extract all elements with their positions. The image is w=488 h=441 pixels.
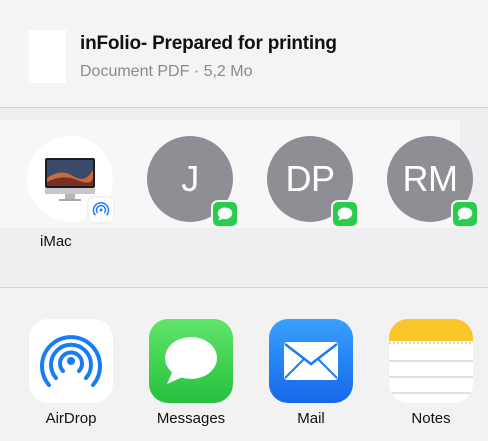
mail-icon — [284, 342, 338, 380]
contact-rm-initials: RM — [402, 158, 459, 199]
messages-app-label: Messages — [156, 410, 226, 427]
messages-badge-icon — [211, 200, 239, 228]
contact-imac-label: iMac — [40, 233, 72, 250]
messages-badge-icon — [451, 200, 479, 228]
imac-icon — [45, 158, 95, 201]
contact-imac[interactable] — [27, 136, 115, 224]
mail-app-label: Mail — [297, 410, 325, 427]
notes-app-button[interactable] — [389, 319, 473, 403]
messages-badge-icon — [331, 200, 359, 228]
contact-dp[interactable]: DP — [267, 136, 359, 228]
messages-app-button[interactable] — [149, 319, 233, 403]
document-title: inFolio- Prepared for printing — [80, 33, 337, 54]
messages-icon — [165, 337, 217, 384]
contact-rm[interactable]: RM — [387, 136, 479, 228]
contact-dp-initials: DP — [285, 158, 335, 199]
airdrop-icon — [40, 335, 102, 387]
document-subtitle: Document PDF · 5,2 Mo — [80, 63, 253, 80]
contact-j[interactable]: J — [147, 136, 239, 228]
share-sheet-header: inFolio- Prepared for printing Document … — [0, 0, 488, 107]
airdrop-badge-icon — [87, 196, 115, 224]
airdrop-app-button[interactable] — [29, 319, 113, 403]
contact-j-initials: J — [181, 158, 199, 199]
notes-icon — [389, 319, 473, 394]
mail-app-button[interactable] — [269, 319, 353, 403]
document-thumbnail — [29, 30, 66, 83]
airdrop-app-label: AirDrop — [45, 410, 97, 427]
notes-app-label: Notes — [411, 410, 451, 427]
